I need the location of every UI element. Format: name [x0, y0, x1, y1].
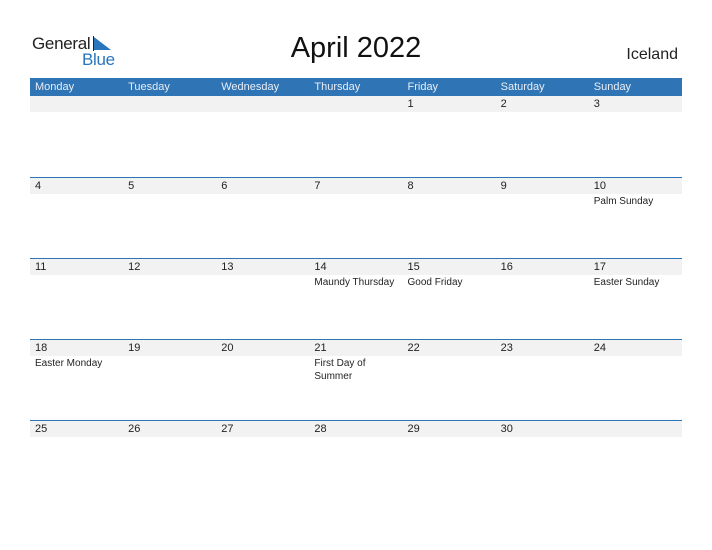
- holiday-label: [496, 275, 589, 289]
- holiday-label: [403, 437, 496, 438]
- day-number: 6: [221, 180, 228, 192]
- day-number: 9: [500, 180, 507, 192]
- holiday-label: Maundy Thursday: [314, 277, 395, 288]
- calendar-title: April 2022: [290, 32, 422, 64]
- events-row: [30, 437, 682, 438]
- week-row: 1 2 3: [30, 96, 682, 177]
- holiday-label: [309, 194, 402, 208]
- weekday-tuesday: Tuesday: [128, 81, 170, 93]
- holiday-label: [589, 112, 682, 113]
- day-number: [216, 96, 309, 112]
- week-row: 25 26 27 28 29 30: [30, 420, 682, 501]
- weekday-wednesday: Wednesday: [221, 81, 280, 93]
- day-number: 15: [407, 261, 420, 273]
- day-number-bar: 18 19 20 21 22 23 24: [30, 340, 682, 356]
- holiday-label: [123, 275, 216, 289]
- holiday-label: [496, 437, 589, 438]
- weekday-saturday: Saturday: [500, 81, 545, 93]
- events-row: Palm Sunday: [30, 194, 682, 208]
- weekday-sunday: Sunday: [593, 81, 632, 93]
- day-number: 30: [500, 423, 513, 435]
- holiday-label: [403, 194, 496, 208]
- day-number: [30, 96, 123, 112]
- day-number: 13: [221, 261, 234, 273]
- weeks-container: 1 2 3 4 5 6 7 8 9 10 Palm Sunday 11 12 13 14 15 16 17 Maun…: [30, 96, 682, 501]
- holiday-label: First Day of Summer: [314, 358, 366, 382]
- day-number-bar: 25 26 27 28 29 30: [30, 421, 682, 437]
- day-number: 18: [35, 342, 48, 354]
- day-number: 28: [314, 423, 327, 435]
- day-number: 20: [221, 342, 234, 354]
- day-number: 25: [35, 423, 48, 435]
- day-number: 19: [128, 342, 141, 354]
- holiday-label: Good Friday: [407, 277, 463, 288]
- day-number: 23: [500, 342, 513, 354]
- calendar-grid: Monday Tuesday Wednesday Thursday Friday…: [30, 78, 682, 501]
- day-number: 24: [593, 342, 606, 354]
- day-number: [589, 421, 682, 437]
- day-number: 4: [35, 180, 42, 192]
- events-row: Maundy Thursday Good Friday Easter Sunday: [30, 275, 682, 289]
- holiday-label: [123, 356, 216, 383]
- day-number: 21: [314, 342, 327, 354]
- holiday-label: [30, 194, 123, 208]
- day-number: 1: [407, 98, 414, 110]
- holiday-label: [216, 275, 309, 289]
- day-number: 11: [35, 261, 47, 273]
- weekday-header: Monday Tuesday Wednesday Thursday Friday…: [30, 78, 682, 96]
- holiday-label: [403, 356, 496, 383]
- day-number: 10: [593, 180, 606, 192]
- holiday-label: [589, 437, 682, 438]
- holiday-label: [403, 112, 496, 113]
- holiday-label: [123, 437, 216, 438]
- holiday-label: [309, 112, 402, 113]
- day-number: 7: [314, 180, 321, 192]
- events-row: Easter Monday First Day of Summer: [30, 356, 682, 383]
- week-row: 18 19 20 21 22 23 24 Easter Monday First Day of …: [30, 339, 682, 420]
- day-number: 16: [500, 261, 513, 273]
- holiday-label: [309, 437, 402, 438]
- week-row: 4 5 6 7 8 9 10 Palm Sunday: [30, 177, 682, 258]
- day-number: 14: [314, 261, 327, 273]
- holiday-label: Palm Sunday: [593, 196, 654, 207]
- holiday-label: [30, 437, 123, 438]
- day-number: 3: [593, 98, 600, 110]
- holiday-label: [30, 275, 123, 289]
- holiday-label: Easter Monday: [35, 358, 103, 369]
- day-number: [123, 96, 216, 112]
- country-label: Iceland: [626, 46, 678, 63]
- holiday-label: [496, 112, 589, 113]
- weekday-thursday: Thursday: [314, 81, 361, 93]
- day-number: 27: [221, 423, 234, 435]
- day-number-bar: 4 5 6 7 8 9 10: [30, 178, 682, 194]
- day-number: 12: [128, 261, 141, 273]
- day-number: 26: [128, 423, 141, 435]
- day-number: 29: [407, 423, 420, 435]
- day-number-bar: 1 2 3: [30, 96, 682, 112]
- holiday-label: Easter Sunday: [593, 277, 660, 288]
- holiday-label: [30, 112, 123, 113]
- day-number-bar: 11 12 13 14 15 16 17: [30, 259, 682, 275]
- holiday-label: [496, 194, 589, 208]
- weekday-monday: Monday: [35, 81, 75, 93]
- day-number: 17: [593, 261, 606, 273]
- day-number: 5: [128, 180, 135, 192]
- holiday-label: [216, 356, 309, 383]
- holiday-label: [123, 194, 216, 208]
- day-number: 8: [407, 180, 414, 192]
- day-number: 22: [407, 342, 420, 354]
- holiday-label: [216, 194, 309, 208]
- holiday-label: [216, 437, 309, 438]
- week-row: 11 12 13 14 15 16 17 Maundy Thursday Good Friday…: [30, 258, 682, 339]
- holiday-label: [216, 112, 309, 113]
- holiday-label: [123, 112, 216, 113]
- holiday-label: [496, 356, 589, 383]
- holiday-label: [589, 356, 682, 383]
- day-number: 2: [500, 98, 507, 110]
- weekday-friday: Friday: [407, 81, 439, 93]
- day-number: [309, 96, 402, 112]
- events-row: [30, 112, 682, 113]
